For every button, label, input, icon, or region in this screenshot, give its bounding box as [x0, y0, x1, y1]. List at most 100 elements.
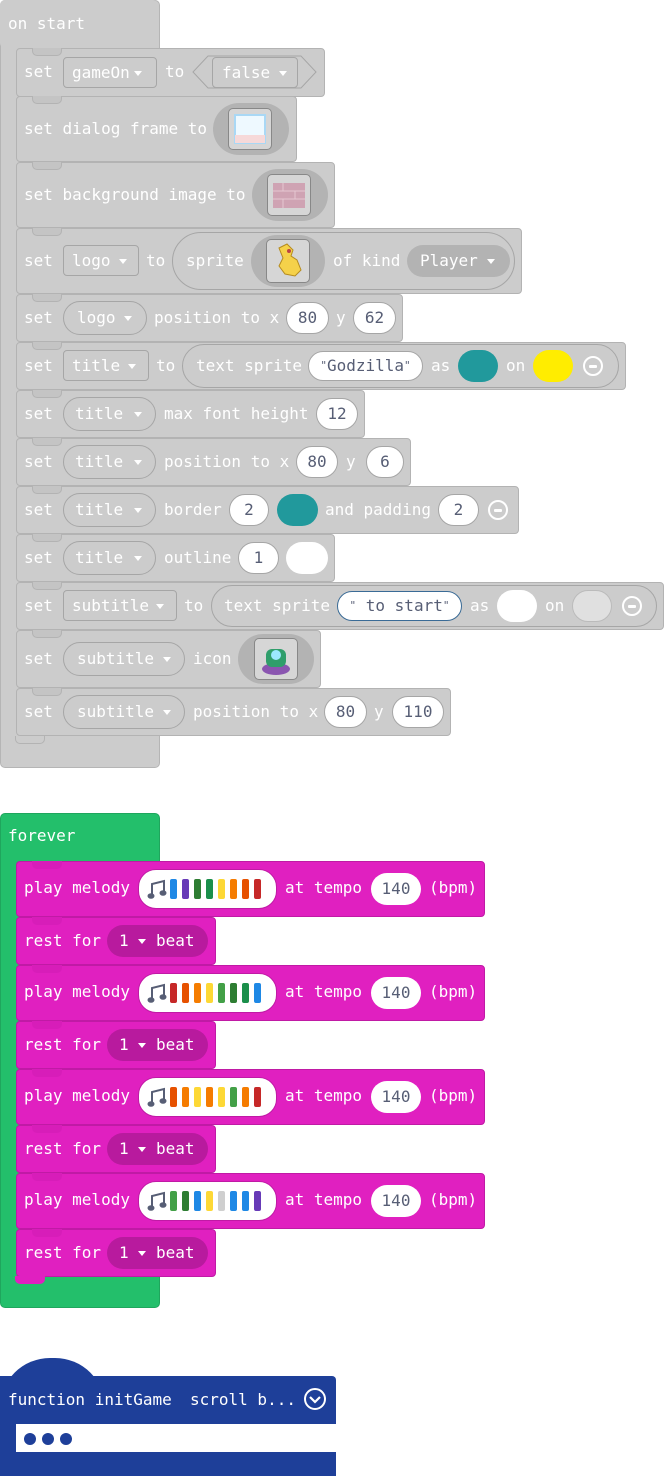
- set-keyword: set: [24, 308, 53, 327]
- chevron-down-icon: [138, 1251, 146, 1256]
- melody-editor-field[interactable]: [138, 973, 277, 1013]
- variable-dropdown-subtitle[interactable]: subtitle: [63, 590, 177, 621]
- melody-editor-field[interactable]: [138, 1181, 277, 1221]
- y-number-input[interactable]: 6: [366, 446, 404, 478]
- set-keyword: set: [24, 548, 53, 567]
- function-bottom-bar: [0, 1452, 336, 1476]
- set-dialog-frame-label: set dialog frame to: [24, 119, 208, 138]
- ellipsis-dot-icon: [24, 1433, 36, 1445]
- beat-keyword: beat: [156, 1243, 195, 1262]
- text-value: Godzilla: [326, 356, 405, 375]
- subtitle-icon-image-picker[interactable]: [254, 638, 298, 680]
- variable-dropdown-title[interactable]: title: [63, 445, 156, 479]
- collapse-minus-icon[interactable]: [583, 356, 603, 376]
- border-color-picker[interactable]: [277, 494, 318, 526]
- variable-dropdown-subtitle[interactable]: subtitle: [63, 642, 185, 676]
- dialog-frame-image-picker[interactable]: [228, 108, 272, 150]
- set-keyword: set: [24, 356, 53, 375]
- block-notch: [32, 1173, 62, 1181]
- variable-dropdown-title[interactable]: title: [63, 350, 149, 381]
- beat-dropdown[interactable]: 1 beat: [107, 1133, 208, 1165]
- beat-dropdown[interactable]: 1 beat: [107, 1029, 208, 1061]
- y-number-input[interactable]: 62: [353, 302, 396, 334]
- dialog-frame-icon: [234, 114, 266, 144]
- x-number-input[interactable]: 80: [286, 302, 329, 334]
- tempo-number-input[interactable]: 140: [371, 1081, 421, 1113]
- melody-note-bar: [230, 879, 237, 899]
- rest-for-keyword: rest for: [24, 1035, 102, 1054]
- at-tempo-keyword: at tempo: [285, 982, 363, 1001]
- variable-dropdown-title[interactable]: title: [63, 397, 156, 431]
- ellipsis-dot-icon: [60, 1433, 72, 1445]
- boolean-value: false: [222, 63, 271, 82]
- variable-name: title: [75, 452, 124, 471]
- background-color-picker[interactable]: [572, 590, 612, 622]
- text-string-input[interactable]: " to start": [337, 591, 462, 621]
- melody-note-bar: [218, 879, 225, 899]
- boolean-dropdown-false[interactable]: false: [212, 57, 298, 88]
- melody-note-bar: [218, 983, 225, 1003]
- melody-editor-field[interactable]: [138, 869, 277, 909]
- melody-editor-field[interactable]: [138, 1077, 277, 1117]
- font-height-number-input[interactable]: 12: [316, 398, 358, 430]
- foreground-color-picker[interactable]: [458, 350, 498, 382]
- variable-dropdown-gameon[interactable]: gameOn: [63, 57, 157, 88]
- background-image-picker[interactable]: [267, 174, 311, 216]
- forever-bottom-notch: [15, 1276, 45, 1284]
- block-notch: [32, 861, 62, 869]
- function-scroll-text: scroll b...: [190, 1390, 296, 1409]
- variable-name: title: [75, 548, 124, 567]
- function-body-collapsed[interactable]: [16, 1427, 336, 1451]
- beat-dropdown[interactable]: 1 beat: [107, 1237, 208, 1269]
- melody-note-bar: [254, 879, 261, 899]
- expand-chevron-icon[interactable]: [304, 1388, 326, 1410]
- melody-note-bar: [182, 1087, 189, 1107]
- background-color-picker[interactable]: [533, 350, 573, 382]
- beat-count: 1: [119, 1139, 129, 1158]
- on-start-arm: [1, 48, 16, 736]
- outline-color-picker[interactable]: [286, 542, 328, 574]
- outline-number-input[interactable]: 1: [238, 542, 279, 574]
- melody-note-bar: [206, 983, 213, 1003]
- block-notch: [32, 1229, 62, 1237]
- block-notch: [32, 965, 62, 973]
- x-number-input[interactable]: 80: [296, 446, 338, 478]
- tempo-number-input[interactable]: 140: [371, 977, 421, 1009]
- set-keyword: set: [24, 251, 53, 270]
- melody-note-bar: [194, 983, 201, 1003]
- tempo-number-input[interactable]: 140: [371, 1185, 421, 1217]
- border-number-input[interactable]: 2: [229, 494, 269, 526]
- position-to-x-keyword: position to x: [193, 702, 319, 721]
- tempo-number-input[interactable]: 140: [371, 873, 421, 905]
- controller-icon: [262, 649, 290, 675]
- at-tempo-keyword: at tempo: [285, 878, 363, 897]
- max-font-height-keyword: max font height: [164, 404, 309, 423]
- godzilla-sprite-icon: [278, 243, 302, 277]
- beat-dropdown[interactable]: 1 beat: [107, 925, 208, 957]
- logo-sprite-image-picker[interactable]: [266, 239, 310, 283]
- variable-name: title: [72, 356, 121, 375]
- melody-note-bar: [194, 879, 201, 899]
- padding-number-input[interactable]: 2: [438, 494, 479, 526]
- bpm-label: (bpm): [429, 982, 478, 1001]
- melody-note-bar: [230, 1191, 237, 1211]
- open-quote: ": [320, 359, 327, 372]
- variable-name: logo: [72, 251, 111, 270]
- variable-dropdown-title[interactable]: title: [63, 541, 156, 575]
- y-number-input[interactable]: 110: [392, 696, 444, 728]
- text-string-input[interactable]: "Godzilla": [308, 351, 423, 381]
- kind-dropdown-player[interactable]: Player: [407, 245, 510, 277]
- collapse-minus-icon[interactable]: [488, 500, 508, 520]
- foreground-color-picker[interactable]: [497, 590, 537, 622]
- set-background-image-label: set background image to: [24, 185, 246, 204]
- set-keyword: set: [24, 62, 53, 81]
- set-keyword: set: [24, 649, 53, 668]
- variable-dropdown-subtitle[interactable]: subtitle: [63, 695, 185, 729]
- icon-keyword: icon: [193, 649, 232, 668]
- variable-dropdown-logo[interactable]: logo: [63, 301, 147, 335]
- melody-note-bar: [242, 879, 249, 899]
- collapse-minus-icon[interactable]: [622, 596, 642, 616]
- variable-dropdown-logo[interactable]: logo: [63, 245, 139, 276]
- variable-dropdown-title[interactable]: title: [63, 493, 156, 527]
- x-number-input[interactable]: 80: [324, 696, 367, 728]
